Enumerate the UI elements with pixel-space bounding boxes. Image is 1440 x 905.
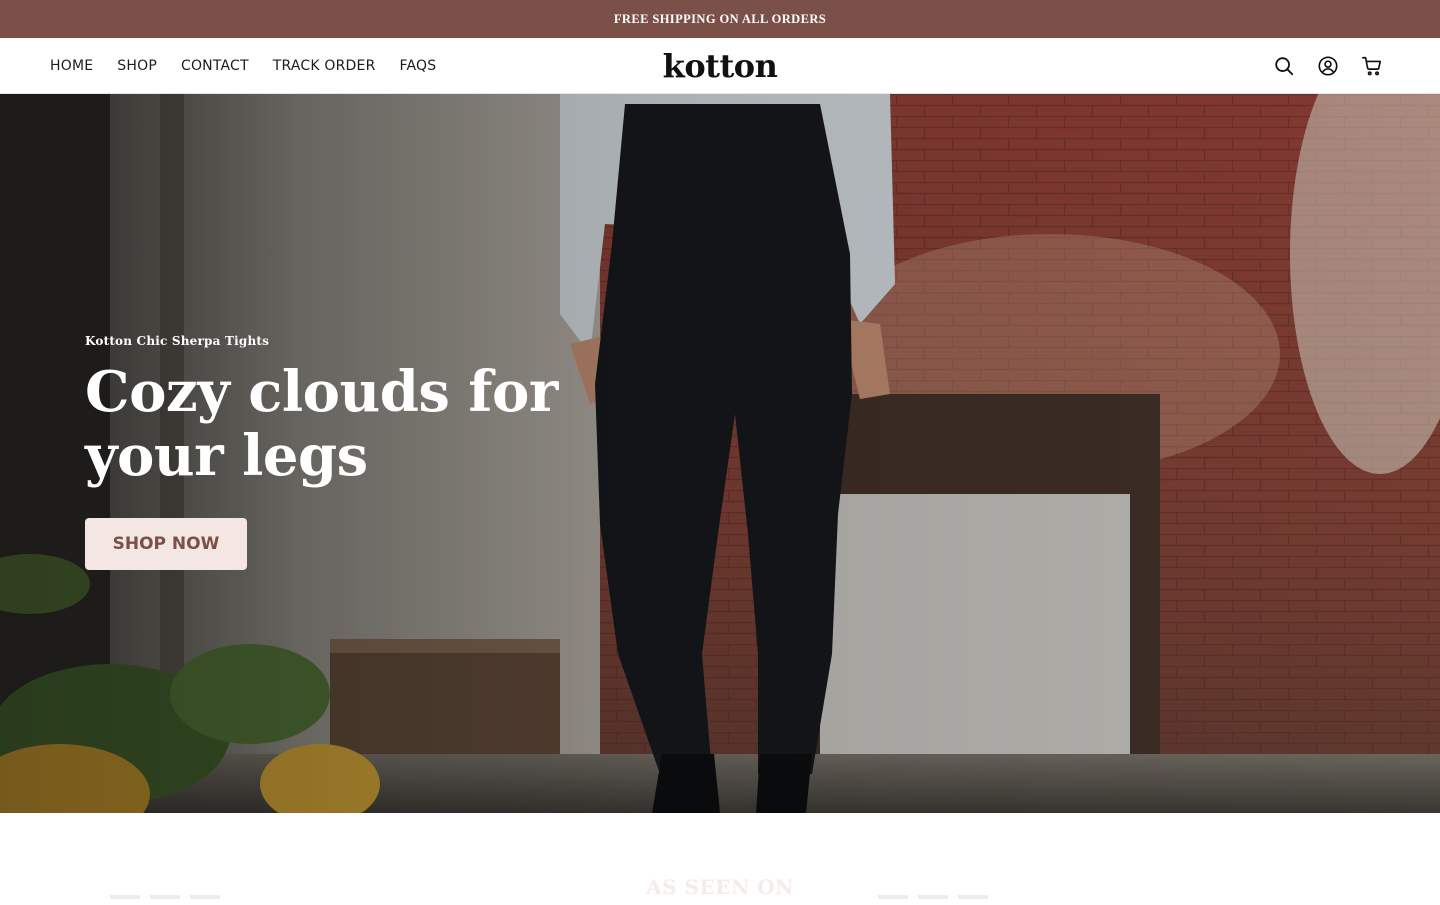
- announcement-text: FREE SHIPPING ON ALL ORDERS: [613, 11, 827, 26]
- announcement-bar: FREE SHIPPING ON ALL ORDERS: [0, 0, 1440, 38]
- hero-banner: Kotton Chic Sherpa Tights Cozy clouds fo…: [0, 94, 1440, 813]
- nav-home[interactable]: HOME: [50, 58, 93, 74]
- cart-icon[interactable]: [1360, 54, 1384, 78]
- press-logo-right: [878, 895, 1003, 905]
- hero-title-line1: Cozy clouds for: [85, 359, 558, 425]
- site-header: HOME SHOP CONTACT TRACK ORDER FAQS kotto…: [0, 38, 1440, 94]
- header-actions: [1272, 38, 1384, 94]
- search-icon[interactable]: [1272, 54, 1296, 78]
- press-logo-left: [110, 895, 235, 905]
- site-logo[interactable]: kotton: [620, 44, 820, 88]
- nav-faqs[interactable]: FAQS: [400, 58, 437, 74]
- main-nav: HOME SHOP CONTACT TRACK ORDER FAQS: [50, 38, 436, 94]
- hero-title: Cozy clouds for your legs: [85, 360, 645, 488]
- hero-title-line2: your legs: [85, 423, 368, 489]
- hero-kicker: Kotton Chic Sherpa Tights: [85, 334, 270, 348]
- nav-shop[interactable]: SHOP: [117, 58, 157, 74]
- hero-content: Kotton Chic Sherpa Tights Cozy clouds fo…: [85, 334, 645, 570]
- nav-track-order[interactable]: TRACK ORDER: [273, 58, 376, 74]
- account-icon[interactable]: [1316, 54, 1340, 78]
- press-section: AS SEEN ON: [0, 813, 1440, 900]
- nav-contact[interactable]: CONTACT: [181, 58, 249, 74]
- shop-now-button[interactable]: SHOP NOW: [85, 518, 247, 570]
